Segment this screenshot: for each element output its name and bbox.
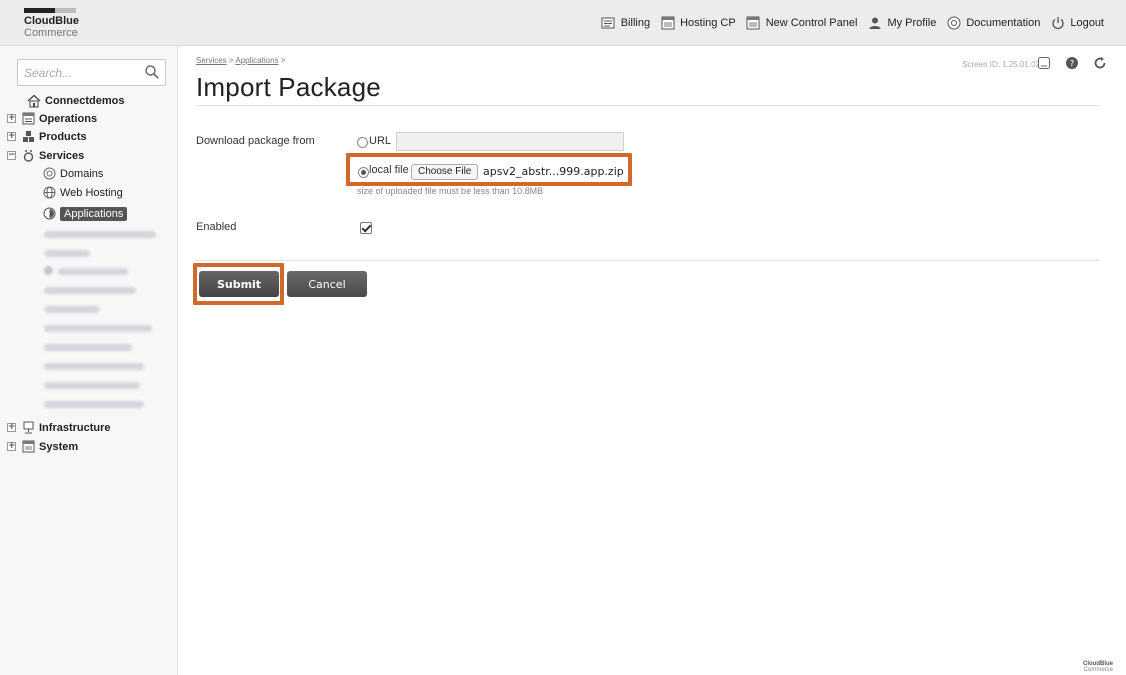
top-nav: Billing Hosting CP New Control Panel My … [591, 14, 1104, 32]
top-bar: CloudBlue Commerce Billing Hosting CP Ne… [0, 0, 1126, 46]
topnav-my-profile[interactable]: My Profile [867, 16, 936, 31]
url-option-label: URL [369, 135, 392, 147]
enabled-checkbox[interactable] [360, 222, 372, 234]
brand-name: CloudBlue [24, 15, 79, 27]
expand-icon[interactable]: + [7, 423, 16, 432]
sidebar-item-label: Services [39, 149, 85, 162]
topnav-logout[interactable]: Logout [1050, 16, 1104, 31]
sidebar-item-operations[interactable]: + Operations [7, 110, 97, 127]
hosting-cp-icon [660, 16, 675, 31]
form-divider [196, 260, 1100, 261]
enabled-label: Enabled [196, 221, 237, 233]
main-content: Services > Applications > Import Package… [178, 46, 1126, 675]
url-field[interactable] [396, 132, 624, 151]
header-actions: ? [1024, 55, 1108, 71]
sidebar-item-label: Domains [60, 167, 104, 180]
topnav-label: Billing [620, 17, 651, 29]
choose-file-button[interactable]: Choose File [411, 164, 479, 180]
breadcrumb-services[interactable]: Services [196, 56, 227, 65]
topnav-hosting-cp[interactable]: Hosting CP [660, 16, 736, 31]
sidebar-item-connectdemos[interactable]: Connectdemos [27, 92, 124, 109]
sidebar-item-label: Web Hosting [60, 186, 123, 199]
local-file-radio[interactable] [358, 167, 369, 178]
sidebar-item-label: Applications [60, 206, 128, 221]
download-from-label: Download package from [196, 135, 315, 147]
selected-file-name: apsv2_abstr...999.app.zip [483, 165, 624, 178]
home-icon [27, 94, 41, 108]
expand-icon[interactable]: + [7, 132, 16, 141]
sidebar-item-label: Products [39, 130, 87, 143]
brand-sub: Commerce [24, 27, 78, 39]
topnav-label: New Control Panel [765, 17, 858, 29]
profile-icon [867, 16, 882, 31]
billing-icon [601, 16, 616, 31]
topnav-label: Logout [1070, 17, 1104, 29]
notes-icon[interactable] [1036, 55, 1052, 71]
products-icon [21, 130, 35, 144]
breadcrumb: Services > Applications > [196, 56, 285, 65]
services-icon [21, 149, 35, 163]
domains-icon [42, 167, 56, 181]
footer-logo: CloudBlue Commerce [1083, 661, 1113, 673]
applications-icon [42, 207, 56, 221]
footer-brand-sub: Commerce [1083, 667, 1113, 673]
sidebar-item-products[interactable]: + Products [7, 128, 87, 145]
breadcrumb-separator: > [280, 56, 286, 65]
sidebar-item-infrastructure[interactable]: + Infrastructure [7, 419, 111, 436]
sidebar-item-label: Operations [39, 112, 98, 125]
breadcrumb-separator: > [228, 56, 234, 65]
collapse-icon[interactable]: − [7, 151, 16, 160]
topnav-label: My Profile [887, 17, 937, 29]
logout-icon [1050, 16, 1065, 31]
cancel-button[interactable]: Cancel [287, 271, 367, 297]
sidebar-item-label: System [39, 440, 79, 453]
sidebar-item-web-hosting[interactable]: Web Hosting [42, 184, 123, 201]
sidebar-search [17, 59, 166, 86]
brand-logo[interactable]: CloudBlue Commerce [24, 8, 114, 40]
control-panel-icon [746, 16, 761, 31]
search-input[interactable] [24, 60, 144, 85]
infrastructure-icon [21, 421, 35, 435]
system-icon [21, 440, 35, 454]
web-hosting-icon [42, 186, 56, 200]
sidebar-item-label: Connectdemos [45, 94, 125, 107]
submit-button[interactable]: Submit [199, 271, 279, 297]
local-file-option-label: local file [369, 164, 409, 176]
logo-bar [24, 8, 76, 13]
topnav-billing[interactable]: Billing [601, 16, 650, 31]
sidebar-item-services[interactable]: − Services [7, 147, 84, 164]
sidebar-item-domains[interactable]: Domains [42, 165, 103, 182]
topnav-documentation[interactable]: Documentation [946, 16, 1040, 31]
documentation-icon [946, 16, 961, 31]
url-radio[interactable] [357, 137, 368, 148]
title-divider [196, 105, 1100, 106]
breadcrumb-applications[interactable]: Applications [235, 56, 278, 65]
sidebar-item-system[interactable]: + System [7, 438, 78, 455]
expand-icon[interactable]: + [7, 442, 16, 451]
page-title: Import Package [196, 72, 381, 102]
expand-icon[interactable]: + [7, 114, 16, 123]
topnav-label: Hosting CP [680, 17, 736, 29]
operations-icon [21, 112, 35, 126]
svg-text:?: ? [1070, 60, 1075, 70]
upload-size-hint: size of uploaded file must be less than … [357, 186, 544, 196]
page: CloudBlue Commerce Billing Hosting CP Ne… [0, 0, 1126, 675]
sidebar: Connectdemos + Operations + Products − [0, 46, 178, 675]
sidebar-item-applications[interactable]: Applications [42, 205, 128, 222]
help-icon[interactable]: ? [1064, 55, 1080, 71]
sidebar-item-label: Infrastructure [39, 421, 111, 434]
search-icon[interactable] [144, 64, 160, 80]
refresh-icon[interactable] [1092, 55, 1108, 71]
topnav-new-control-panel[interactable]: New Control Panel [746, 16, 858, 31]
topnav-label: Documentation [966, 17, 1041, 29]
